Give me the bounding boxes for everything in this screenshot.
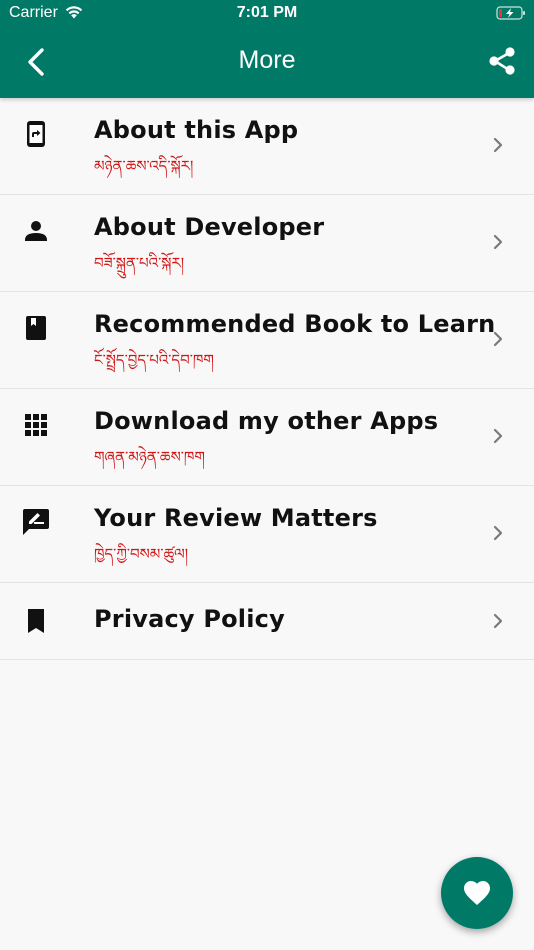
menu-item-title: Recommended Book to Learn	[94, 310, 496, 338]
menu-list: About this App མཉེན་ཆས་འདི་སྐོར། About D…	[0, 98, 534, 660]
app-bar: Carrier 7:01 PM More	[0, 0, 534, 98]
apps-grid-icon	[25, 414, 47, 436]
page-title: More	[238, 46, 296, 74]
menu-item-subtitle: མཉེན་ཆས་འདི་སྐོར།	[94, 157, 194, 175]
book-icon	[26, 316, 46, 340]
menu-item-subtitle: ངོ་སྤྲོད་བྱེད་པའི་དེབ་ཁག	[94, 351, 214, 369]
chevron-right-icon	[493, 428, 503, 444]
menu-item-other-apps[interactable]: Download my other Apps གཞན་མཉེན་ཆས་ཁག	[0, 389, 534, 486]
menu-item-subtitle: ཁྱེད་ཀྱི་བསམ་ཚུལ།	[94, 545, 189, 563]
menu-item-subtitle: བཟོ་སྐྲུན་པའི་སྐོར།	[94, 254, 185, 272]
menu-item-title: About Developer	[94, 213, 325, 241]
chevron-right-icon	[493, 137, 503, 153]
menu-item-about-app[interactable]: About this App མཉེན་ཆས་འདི་སྐོར།	[0, 98, 534, 195]
menu-item-recommended-book[interactable]: Recommended Book to Learn ངོ་སྤྲོད་བྱེད་…	[0, 292, 534, 389]
person-icon	[25, 221, 47, 241]
battery-charging-icon	[496, 6, 525, 20]
chevron-right-icon	[493, 234, 503, 250]
bookmark-icon	[28, 609, 44, 633]
chevron-right-icon	[493, 613, 503, 629]
menu-item-title: Download my other Apps	[94, 407, 439, 435]
status-time: 7:01 PM	[236, 4, 298, 21]
chevron-right-icon	[493, 331, 503, 347]
menu-item-review[interactable]: Your Review Matters ཁྱེད་ཀྱི་བསམ་ཚུལ།	[0, 486, 534, 583]
rate-review-icon	[23, 509, 49, 535]
chevron-right-icon	[493, 525, 503, 541]
more-screen: Carrier 7:01 PM More About this App མཉེན…	[0, 0, 534, 950]
menu-item-title: Your Review Matters	[94, 504, 378, 532]
menu-item-subtitle: གཞན་མཉེན་ཆས་ཁག	[94, 448, 205, 466]
menu-item-title: Privacy Policy	[94, 605, 285, 633]
status-bar: Carrier 7:01 PM	[0, 0, 534, 28]
heart-icon	[464, 881, 490, 905]
menu-item-privacy-policy[interactable]: Privacy Policy	[0, 583, 534, 660]
share-button[interactable]	[486, 45, 518, 77]
phone-forward-icon	[27, 121, 45, 147]
menu-item-about-developer[interactable]: About Developer བཟོ་སྐྲུན་པའི་སྐོར།	[0, 195, 534, 292]
favorite-fab-button[interactable]	[441, 857, 513, 929]
menu-item-title: About this App	[94, 116, 299, 144]
